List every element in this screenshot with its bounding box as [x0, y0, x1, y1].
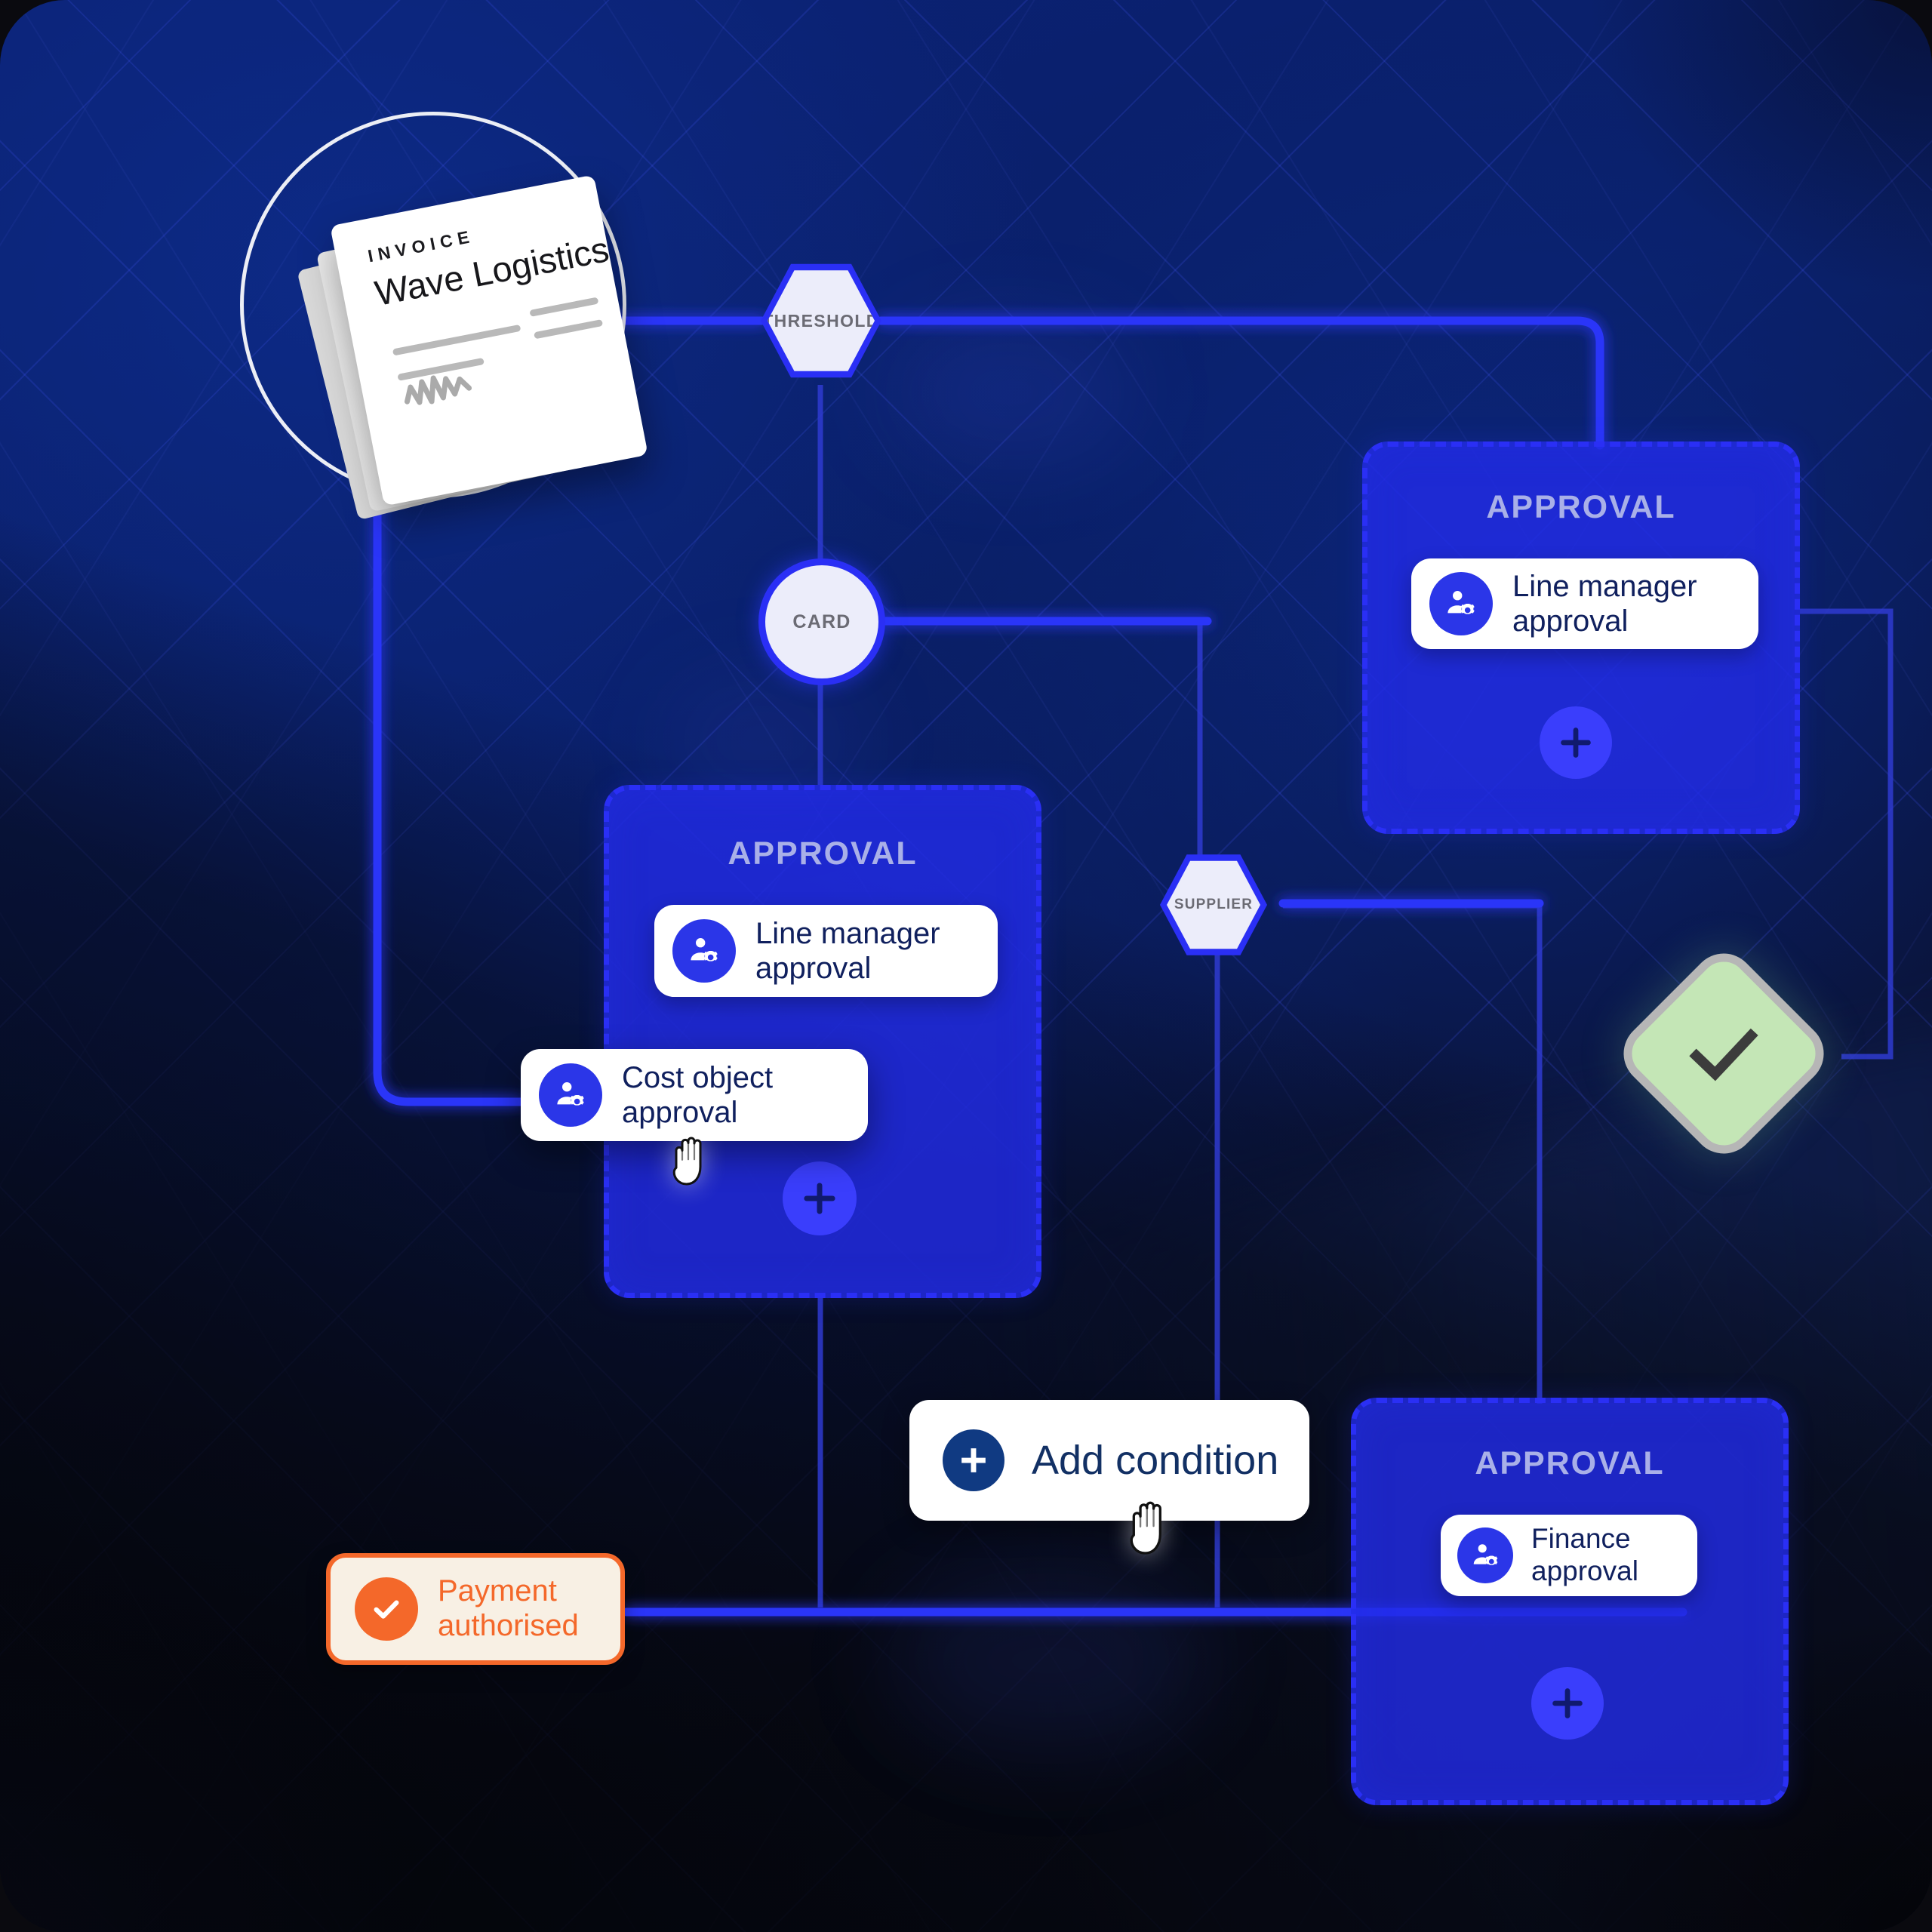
approval-group-title: APPROVAL [1475, 1445, 1665, 1481]
condition-node-card[interactable]: CARD [758, 558, 885, 685]
approval-step-card[interactable]: Line manager approval [654, 905, 998, 997]
approval-step-card-dragging[interactable]: Cost object approval [521, 1049, 868, 1141]
payment-authorised-badge[interactable]: Payment authorised [326, 1553, 625, 1665]
approval-step-label: Line manager approval [755, 916, 940, 986]
approval-step-card[interactable]: Line manager approval [1411, 558, 1758, 649]
condition-label-card: CARD [792, 611, 851, 632]
add-approval-step-button[interactable] [1540, 706, 1612, 779]
user-gear-icon [1429, 572, 1493, 635]
glow-blob-b [664, 679, 860, 800]
payment-authorised-line1: Payment [438, 1574, 557, 1608]
approval-step-label: Finance approval [1531, 1523, 1638, 1588]
invoice-line-1 [392, 324, 521, 356]
payment-authorised-label: Payment authorised [438, 1574, 579, 1643]
glow-blob-c [891, 1570, 1208, 1751]
approval-group-center[interactable]: APPROVAL Line manager approval [604, 785, 1041, 1298]
invoice-line-2 [529, 297, 599, 317]
user-gear-icon [672, 919, 736, 983]
outcome-approved-node[interactable] [1611, 940, 1837, 1167]
plus-icon [804, 1183, 835, 1214]
glow-blob-a [891, 325, 1132, 460]
check-circle-icon [355, 1577, 418, 1641]
plus-icon-circle [943, 1429, 1004, 1491]
add-approval-step-button[interactable] [783, 1161, 857, 1235]
approval-step-label-line1: Cost object [622, 1060, 774, 1094]
invoice-document[interactable]: INVOICE Wave Logistics [330, 174, 648, 506]
approval-step-label-line1: Line manager [1512, 569, 1697, 603]
user-gear-icon [1457, 1527, 1513, 1583]
approval-step-label-line2: approval [622, 1096, 738, 1129]
approval-group-title: APPROVAL [1486, 489, 1676, 525]
plus-icon [1552, 1688, 1583, 1718]
approval-step-label-line1: Line manager [755, 916, 940, 950]
add-condition-label: Add condition [1032, 1438, 1279, 1483]
approval-group-bottom-right[interactable]: APPROVAL Finance approval [1351, 1398, 1789, 1805]
approval-step-label: Cost object approval [622, 1060, 773, 1131]
check-icon [374, 1600, 399, 1619]
plus-icon [961, 1448, 986, 1472]
condition-label-threshold: THRESHOLD [762, 310, 880, 331]
approval-step-label-line1: Finance [1531, 1523, 1631, 1555]
condition-label-supplier: SUPPLIER [1174, 897, 1254, 912]
invoice-line-3 [534, 318, 604, 340]
approval-step-card[interactable]: Finance approval [1441, 1515, 1697, 1596]
add-approval-step-button[interactable] [1531, 1667, 1604, 1740]
check-icon [1689, 1028, 1758, 1081]
approval-step-label: Line manager approval [1512, 569, 1697, 639]
plus-icon [1561, 728, 1591, 758]
approval-group-top-right[interactable]: APPROVAL Line manager approval [1362, 441, 1800, 834]
condition-node-supplier[interactable]: SUPPLIER [1160, 854, 1267, 955]
condition-node-threshold[interactable]: THRESHOLD [761, 263, 881, 378]
workflow-canvas: INVOICE Wave Logistics THRESHOLD CARD SU… [0, 0, 1932, 1932]
approval-step-label-line2: approval [1531, 1555, 1638, 1586]
approval-step-label-line2: approval [1512, 605, 1629, 638]
payment-authorised-line2: authorised [438, 1609, 579, 1642]
user-gear-icon [539, 1063, 602, 1127]
add-condition-button[interactable]: Add condition [909, 1400, 1309, 1521]
invoice-signature-icon [404, 375, 472, 405]
approval-group-title: APPROVAL [728, 835, 918, 872]
approval-step-label-line2: approval [755, 952, 872, 985]
